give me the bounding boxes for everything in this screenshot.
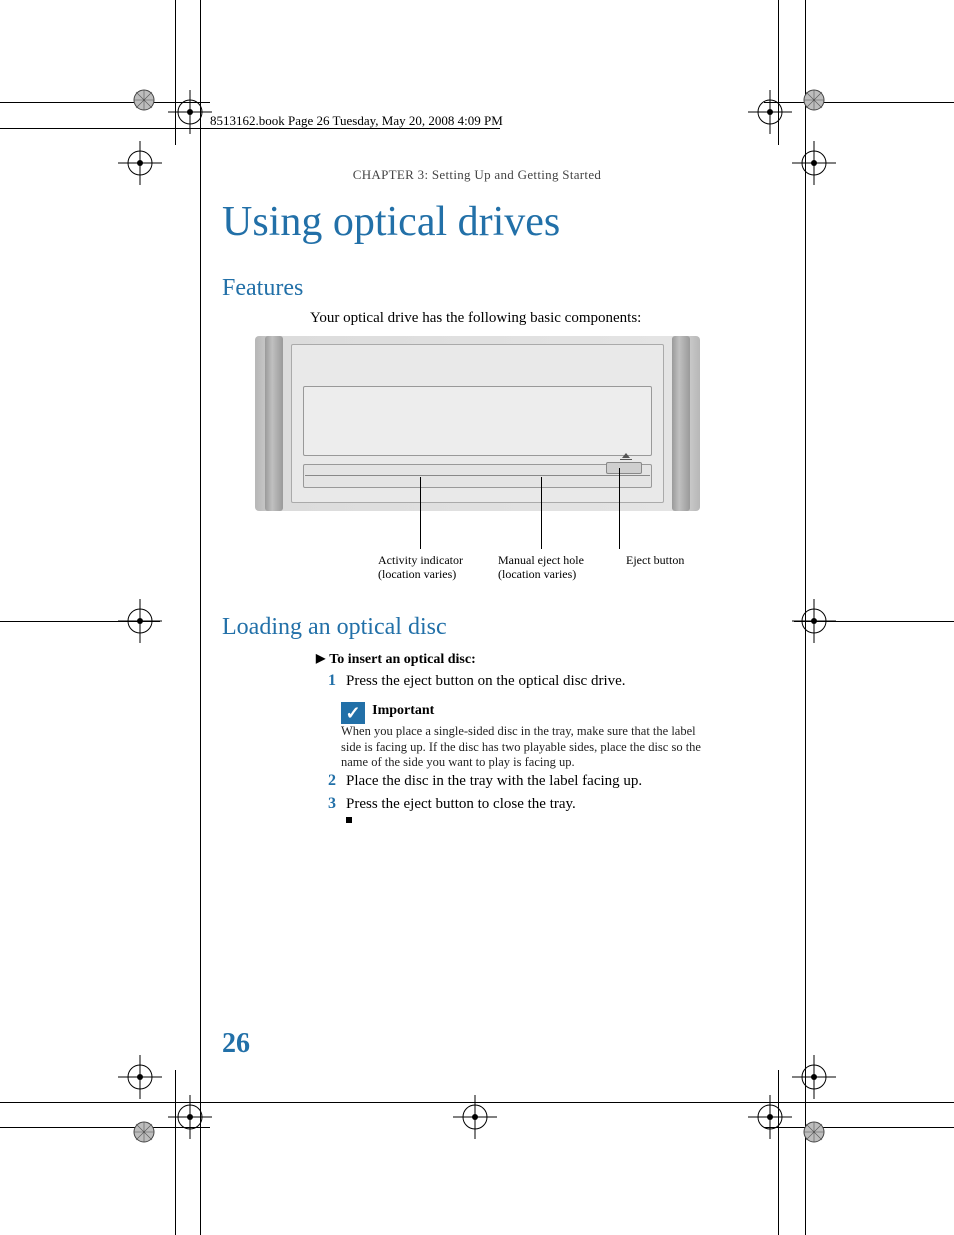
callout-manual-eject-hole: Manual eject hole (location varies): [498, 553, 584, 582]
chapter-heading: CHAPTER 3: Setting Up and Getting Starte…: [0, 167, 954, 183]
section-heading-features: Features: [222, 275, 303, 302]
step-number-1: 1: [316, 672, 336, 690]
callout-activity-indicator: Activity indicator (location varies): [378, 553, 463, 582]
regmark-icon: [748, 1095, 792, 1139]
drive-tray: [303, 386, 652, 456]
important-note: ✓ Important When you place a single-side…: [341, 702, 716, 771]
important-body: When you place a single-sided disc in th…: [341, 724, 701, 769]
file-header-line: 8513162.book Page 26 Tuesday, May 20, 20…: [210, 113, 503, 129]
regmark-icon: [792, 1055, 836, 1099]
regmark-icon: [130, 86, 158, 114]
regmark-icon: [800, 86, 828, 114]
crop-line: [764, 1127, 954, 1128]
regmark-icon: [168, 1095, 212, 1139]
section-heading-loading: Loading an optical disc: [222, 614, 447, 641]
regmark-icon: [168, 90, 212, 134]
end-of-task-icon: [346, 817, 352, 823]
eject-button-graphic: [606, 462, 642, 474]
page-number: 26: [222, 1028, 250, 1060]
regmark-icon: [792, 599, 836, 643]
features-intro: Your optical drive has the following bas…: [310, 310, 641, 327]
step-3-text: Press the eject button to close the tray…: [346, 796, 576, 813]
step-2-text: Place the disc in the tray with the labe…: [346, 773, 642, 790]
regmark-icon: [130, 1118, 158, 1146]
regmark-icon: [748, 90, 792, 134]
leader-line: [619, 468, 620, 549]
important-title: Important: [372, 703, 434, 718]
drive-slot: [303, 464, 652, 488]
check-icon: ✓: [341, 702, 365, 724]
regmark-icon: [118, 1055, 162, 1099]
regmark-icon: [118, 599, 162, 643]
crop-line: [764, 102, 954, 103]
regmark-icon: [453, 1095, 497, 1139]
callout-eject-button: Eject button: [626, 553, 684, 567]
task-lead: ▶To insert an optical disc:: [316, 651, 476, 668]
step-1-text: Press the eject button on the optical di…: [346, 673, 626, 690]
leader-line: [541, 477, 542, 549]
step-number-3: 3: [316, 795, 336, 813]
optical-drive-diagram: [255, 336, 700, 511]
triangle-right-icon: ▶: [316, 651, 325, 665]
regmark-icon: [800, 1118, 828, 1146]
page-title: Using optical drives: [222, 198, 560, 246]
crop-line: [200, 0, 201, 1235]
step-number-2: 2: [316, 772, 336, 790]
header-rule: [210, 128, 500, 129]
leader-line: [420, 477, 421, 549]
